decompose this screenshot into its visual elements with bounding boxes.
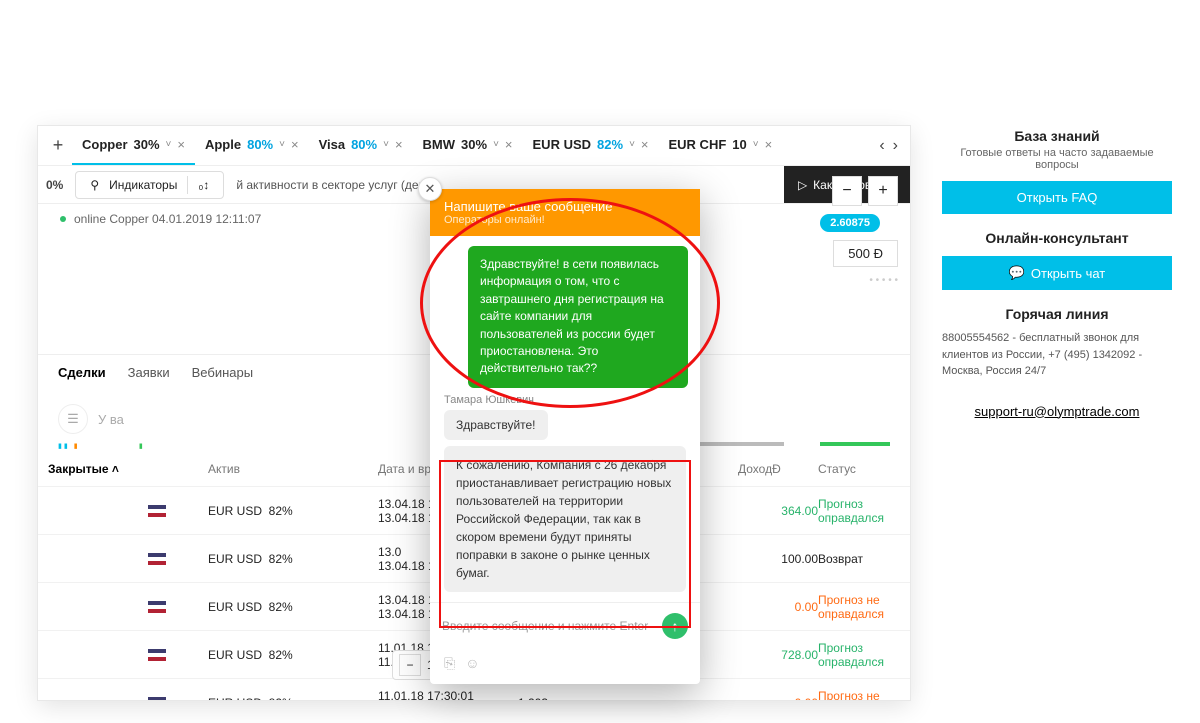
price-badge: 2.60875 xyxy=(820,214,880,232)
news-ticker: й активности в секторе услуг (дек) xyxy=(236,178,427,192)
kb-title: База знаний xyxy=(942,128,1172,144)
chevron-down-icon: ˅ xyxy=(493,139,499,150)
tabs-prev-button[interactable]: ‹ xyxy=(879,137,884,155)
asset-tab-copper[interactable]: Copper 30% ˅ × xyxy=(72,126,195,165)
add-tab-button[interactable]: + xyxy=(44,135,72,156)
chat-close-button[interactable]: ✕ xyxy=(418,177,442,201)
asset-tab-bmw[interactable]: BMW 30% ˅ × xyxy=(413,126,523,165)
kb-subtitle: Готовые ответы на часто задаваемые вопро… xyxy=(942,147,1172,171)
asset-tab-eur-chf[interactable]: EUR CHF 10 ˅ × xyxy=(659,126,783,165)
person-icon: ⚲ xyxy=(90,178,99,192)
flag-icon xyxy=(148,505,166,517)
tabs-next-button[interactable]: › xyxy=(893,137,898,155)
asset-tab-visa[interactable]: Visa 80% ˅ × xyxy=(309,126,413,165)
col-closed[interactable]: Закрытые ˄ xyxy=(48,462,148,476)
flag-icon xyxy=(148,649,166,661)
chat-operator-message: К сожалению, Компания с 26 декабря приос… xyxy=(444,446,686,592)
chat-header: Напишите ваше сообщение Операторы онлайн… xyxy=(430,189,700,236)
emoji-icon[interactable]: ☺ xyxy=(465,655,479,672)
asset-tab-apple[interactable]: Apple 80% ˅ × xyxy=(195,126,309,165)
col-status: Статус xyxy=(818,462,910,476)
qty-minus-button[interactable]: − xyxy=(832,176,862,206)
attach-icon[interactable]: ⎘ xyxy=(444,655,455,672)
chat-title: Напишите ваше сообщение xyxy=(444,199,686,214)
chat-user-message: Здравствуйте! в сети появилась информаци… xyxy=(468,246,688,388)
indicators-label: Индикаторы xyxy=(109,178,177,192)
tab-deals[interactable]: Сделки xyxy=(58,365,106,380)
consult-title: Онлайн-консультант xyxy=(942,230,1172,246)
close-icon[interactable]: × xyxy=(177,137,185,152)
close-icon[interactable]: × xyxy=(505,137,513,152)
amount-input[interactable]: 500 Đ xyxy=(833,240,898,267)
close-icon[interactable]: × xyxy=(291,137,299,152)
chat-input[interactable]: Введите сообщение и нажмите Enter xyxy=(442,619,654,633)
chevron-down-icon: ˅ xyxy=(753,139,759,150)
close-icon[interactable]: × xyxy=(765,137,773,152)
chat-subtitle: Операторы онлайн! xyxy=(444,214,686,226)
asset-tabs: + Copper 30% ˅ ×Apple 80% ˅ ×Visa 80% ˅ … xyxy=(38,126,910,166)
close-icon[interactable]: × xyxy=(641,137,649,152)
asset-tab-eur-usd[interactable]: EUR USD 82% ˅ × xyxy=(523,126,659,165)
tf-minus[interactable]: − xyxy=(399,654,421,676)
indicators-pill[interactable]: ⚲ Индикаторы ₀↕ xyxy=(75,171,224,199)
hotline-text: 88005554562 - бесплатный звонок для клие… xyxy=(942,330,1172,380)
col-asset: Актив xyxy=(208,462,378,476)
settings-icon: ₀↕ xyxy=(198,178,209,192)
chat-send-button[interactable]: ↑ xyxy=(662,613,688,639)
open-faq-button[interactable]: Открыть FAQ xyxy=(942,181,1172,214)
chevron-down-icon: ˅ xyxy=(629,139,635,150)
open-chat-button[interactable]: 💬Открыть чат xyxy=(942,256,1172,290)
chat-avatar-icon: ☰ xyxy=(58,404,88,434)
tab-webinars[interactable]: Вебинары xyxy=(192,365,253,380)
chat-icon: 💬 xyxy=(1009,265,1025,281)
chat-teaser: У ва xyxy=(98,412,124,427)
support-email-link[interactable]: support-ru@olymptrade.com xyxy=(942,404,1172,419)
trend-down-icon: ↘ xyxy=(598,696,738,701)
chat-operator-greeting: Здравствуйте! xyxy=(444,410,548,440)
flag-icon xyxy=(148,553,166,565)
zero-pct: 0% xyxy=(38,178,71,192)
flag-icon xyxy=(148,697,166,700)
help-sidebar: База знаний Готовые ответы на часто зада… xyxy=(942,128,1172,419)
flag-icon xyxy=(148,601,166,613)
chat-input-area: Введите сообщение и нажмите Enter ↑ xyxy=(430,602,700,649)
hotline-title: Горячая линия xyxy=(942,306,1172,322)
tab-orders[interactable]: Заявки xyxy=(128,365,170,380)
qty-plus-button[interactable]: + xyxy=(868,176,898,206)
online-status: online Copper 04.01.2019 12:11:07 xyxy=(74,212,261,226)
operator-name: Тамара Юшкевич xyxy=(444,394,686,406)
chat-widget: ✕ Напишите ваше сообщение Операторы онла… xyxy=(430,189,700,684)
chevron-down-icon: ˅ xyxy=(383,139,389,150)
dots: • • • • • xyxy=(869,275,898,286)
chevron-down-icon: ˅ xyxy=(279,139,285,150)
close-icon[interactable]: × xyxy=(395,137,403,152)
online-dot-icon xyxy=(60,216,66,222)
col-income: ДоходĐ xyxy=(738,462,818,476)
chevron-down-icon: ˅ xyxy=(166,139,172,150)
